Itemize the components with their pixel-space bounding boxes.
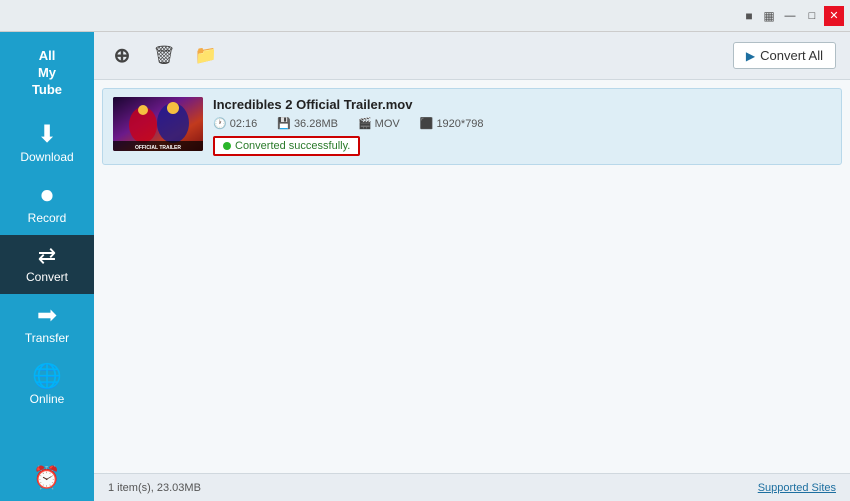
file-format: 🎬 MOV	[358, 117, 400, 130]
app-container: ■ ▦ — □ ✕ AllMyTube ⬇ Download ⏺ Record …	[0, 0, 850, 501]
duration-value: 02:16	[230, 118, 258, 130]
status-badge: Converted successfully.	[213, 136, 360, 156]
clock-icon[interactable]: ⏰	[33, 465, 60, 491]
sidebar-label-online: Online	[30, 392, 65, 406]
clock-meta-icon: 🕐	[213, 117, 227, 130]
main-area: AllMyTube ⬇ Download ⏺ Record ⇄ Convert …	[0, 32, 850, 501]
record-icon: ⏺	[41, 184, 53, 208]
maximize-button[interactable]: □	[802, 6, 822, 26]
resolution-icon: ⬛	[420, 117, 434, 130]
minimize-button[interactable]: —	[780, 6, 800, 26]
convert-all-label: Convert All	[760, 48, 823, 63]
status-bar: 1 item(s), 23.03MB Supported Sites	[94, 473, 850, 501]
convert-icon: ⇄	[38, 245, 56, 267]
status-text: Converted successfully.	[235, 140, 350, 152]
transfer-icon: ➡	[37, 304, 57, 328]
file-name: Incredibles 2 Official Trailer.mov	[213, 97, 831, 112]
svg-text:OFFICIAL TRAILER: OFFICIAL TRAILER	[135, 145, 181, 151]
sidebar-label-download: Download	[20, 150, 73, 164]
file-duration: 🕐 02:16	[213, 117, 257, 130]
sidebar-label-convert: Convert	[26, 270, 68, 284]
file-info: Incredibles 2 Official Trailer.mov 🕐 02:…	[213, 97, 831, 156]
size-value: 36.28MB	[294, 118, 338, 130]
size-icon: 💾	[277, 117, 291, 130]
toolbar-left: ⊕ 🗑 📁	[108, 42, 220, 70]
delete-icon: 🗑	[153, 45, 176, 66]
format-icon: 🎬	[358, 117, 372, 130]
content-area: ⊕ 🗑 📁 ▶ Convert All	[94, 32, 850, 501]
delete-button[interactable]: 🗑	[150, 42, 178, 70]
sidebar-item-convert[interactable]: ⇄ Convert	[0, 235, 94, 294]
tray-icon-1: ■	[740, 7, 758, 25]
table-row: OFFICIAL TRAILER Incredibles 2 Official …	[102, 88, 842, 165]
thumb-graphic: OFFICIAL TRAILER	[113, 97, 203, 151]
status-info: 1 item(s), 23.03MB	[108, 482, 201, 494]
folder-button[interactable]: 📁	[192, 42, 220, 70]
supported-sites-link[interactable]: Supported Sites	[758, 482, 836, 494]
folder-icon: 📁	[195, 45, 217, 66]
online-icon: 🌐	[32, 365, 62, 389]
resolution-value: 1920*798	[436, 118, 483, 130]
sidebar: AllMyTube ⬇ Download ⏺ Record ⇄ Convert …	[0, 32, 94, 501]
add-icon: ⊕	[114, 43, 131, 68]
app-logo: AllMyTube	[28, 40, 66, 113]
file-status: Converted successfully.	[213, 136, 831, 156]
file-size: 💾 36.28MB	[277, 117, 338, 130]
toolbar: ⊕ 🗑 📁 ▶ Convert All	[94, 32, 850, 80]
title-bar: ■ ▦ — □ ✕	[0, 0, 850, 32]
sidebar-item-online[interactable]: 🌐 Online	[0, 355, 94, 416]
file-meta: 🕐 02:16 💾 36.28MB 🎬 MOV	[213, 117, 831, 130]
sidebar-label-record: Record	[28, 211, 67, 225]
sidebar-item-transfer[interactable]: ➡ Transfer	[0, 294, 94, 355]
file-thumbnail: OFFICIAL TRAILER	[113, 97, 203, 151]
sidebar-bottom: ⏰	[33, 465, 60, 501]
file-list: OFFICIAL TRAILER Incredibles 2 Official …	[94, 80, 850, 473]
download-icon: ⬇	[37, 123, 57, 147]
convert-all-icon: ▶	[746, 49, 755, 63]
sidebar-item-record[interactable]: ⏺ Record	[0, 174, 94, 235]
sidebar-label-transfer: Transfer	[25, 331, 69, 345]
tray-icon-2: ▦	[760, 7, 778, 25]
format-value: MOV	[375, 118, 400, 130]
status-dot	[223, 142, 231, 150]
convert-all-button[interactable]: ▶ Convert All	[733, 42, 836, 69]
file-resolution: ⬛ 1920*798	[420, 117, 484, 130]
title-icon-group: ■ ▦ — □ ✕	[740, 6, 844, 26]
add-button[interactable]: ⊕	[108, 42, 136, 70]
close-button[interactable]: ✕	[824, 6, 844, 26]
sidebar-item-download[interactable]: ⬇ Download	[0, 113, 94, 174]
